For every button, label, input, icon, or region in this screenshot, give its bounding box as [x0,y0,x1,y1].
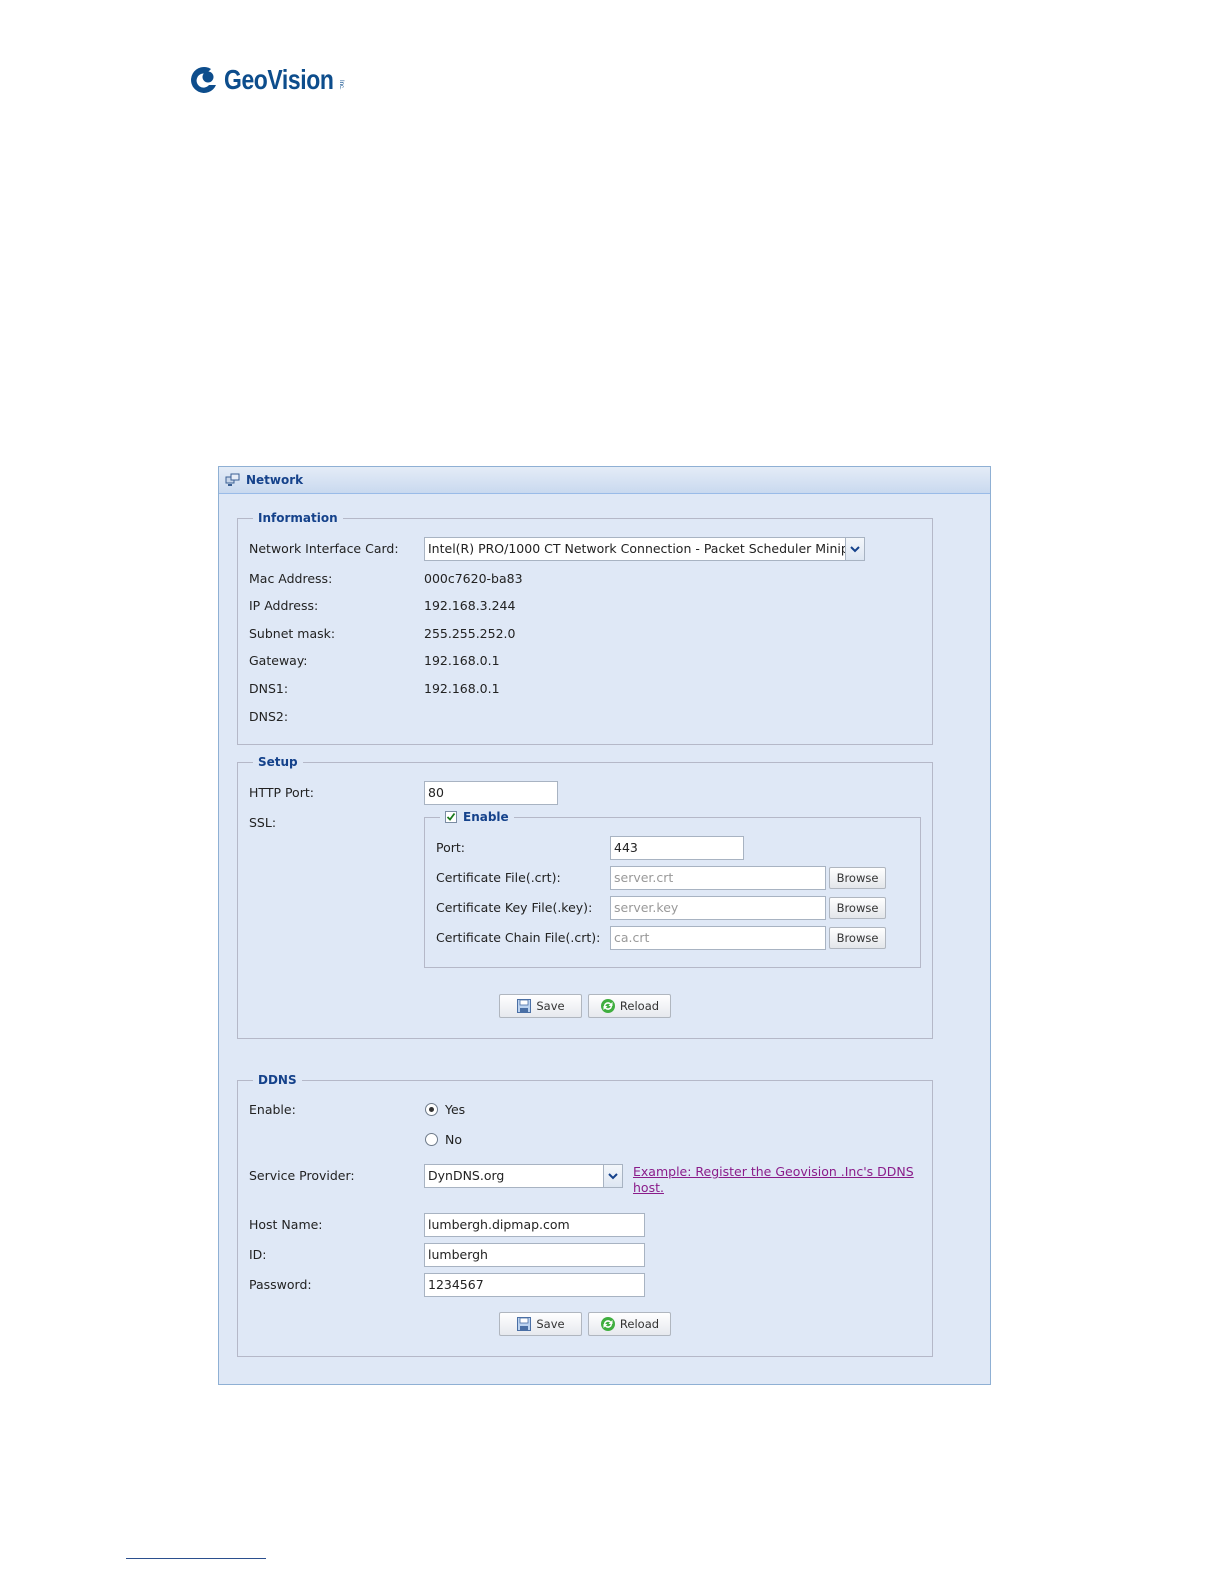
certificate-chain-label: Certificate Chain File(.crt): [436,930,601,945]
window-titlebar: Network [219,467,990,494]
mac-address-label: Mac Address: [249,571,333,586]
logo-inc: Inc. [338,80,344,90]
dns1-value: 192.168.0.1 [424,681,500,696]
certificate-file-browse-button[interactable]: Browse [829,867,886,889]
footnote-divider [126,1558,266,1559]
service-provider-label: Service Provider: [249,1168,355,1183]
ddns-yes-label: Yes [445,1102,466,1117]
nic-label: Network Interface Card: [249,541,399,556]
http-port-input[interactable]: 80 [424,781,558,805]
setup-reload-button[interactable]: Reload [588,994,671,1018]
ddns-legend: DDNS [258,1073,297,1087]
checkmark-icon [446,812,456,821]
http-port-label: HTTP Port: [249,785,314,800]
gateway-label: Gateway: [249,653,308,668]
gateway-value: 192.168.0.1 [424,653,500,668]
dns2-label: DNS2: [249,709,289,724]
setup-save-button[interactable]: Save [499,994,582,1018]
subnet-mask-value: 255.255.252.0 [424,626,516,641]
password-label: Password: [249,1277,312,1292]
setup-reload-label: Reload [619,999,660,1013]
ddns-no-radio[interactable] [425,1133,438,1146]
certificate-chain-browse-button[interactable]: Browse [829,927,886,949]
certificate-key-label: Certificate Key File(.key): [436,900,593,915]
save-icon [517,1317,532,1331]
id-label: ID: [249,1247,267,1262]
password-input[interactable]: 1234567 [424,1273,645,1297]
ip-address-label: IP Address: [249,598,319,613]
setup-legend: Setup [258,755,298,769]
ssl-port-input[interactable]: 443 [610,836,744,860]
ddns-reload-button[interactable]: Reload [588,1312,671,1336]
certificate-file-input[interactable]: server.crt [610,866,826,890]
ddns-example-link-line1: Example: Register the Geovision .Inc's D… [633,1164,914,1179]
dns1-label: DNS1: [249,681,289,696]
geovision-logo: GeoVision [186,60,357,100]
id-input[interactable]: lumbergh [424,1243,645,1267]
ddns-example-link-line2: host. [633,1180,664,1195]
service-provider-value: DynDNS.org [428,1168,505,1183]
certificate-key-input[interactable]: server.key [610,896,826,920]
ddns-enable-label: Enable: [249,1102,296,1117]
reload-icon [600,1317,615,1331]
save-icon [517,999,532,1013]
ddns-save-button[interactable]: Save [499,1312,582,1336]
ddns-reload-label: Reload [619,1317,660,1331]
subnet-mask-label: Subnet mask: [249,626,336,641]
ddns-save-label: Save [536,1317,565,1331]
reload-icon [600,999,615,1013]
ssl-enable-label: Enable [463,810,509,824]
geovision-logo-icon [191,66,216,93]
network-icon [225,473,240,486]
nic-select-value: Intel(R) PRO/1000 CT Network Connection … [428,541,845,556]
setup-save-label: Save [536,999,565,1013]
service-provider-select[interactable]: DynDNS.org [424,1164,623,1188]
ddns-no-label: No [445,1132,462,1147]
host-name-input[interactable]: lumbergh.dipmap.com [424,1213,645,1237]
chevron-down-icon[interactable] [845,538,864,560]
logo-wordmark: GeoVision [224,64,334,95]
ssl-enable-checkbox[interactable] [445,811,457,823]
ddns-yes-radio[interactable] [425,1103,438,1116]
ddns-example-link[interactable]: Example: Register the Geovision .Inc's D… [633,1164,914,1196]
chevron-down-icon[interactable] [603,1165,622,1187]
certificate-chain-input[interactable]: ca.crt [610,926,826,950]
host-name-label: Host Name: [249,1217,323,1232]
window-title: Network [246,473,304,487]
ssl-label: SSL: [249,815,277,830]
ip-address-value: 192.168.3.244 [424,598,516,613]
nic-select[interactable]: Intel(R) PRO/1000 CT Network Connection … [424,537,865,561]
network-window: Network Information Network Interface Ca… [218,466,991,1385]
mac-address-value: 000c7620-ba83 [424,571,523,586]
certificate-key-browse-button[interactable]: Browse [829,897,886,919]
information-legend: Information [258,511,338,525]
ssl-port-label: Port: [436,840,465,855]
certificate-file-label: Certificate File(.crt): [436,870,561,885]
ssl-legend: Enable [440,810,514,824]
